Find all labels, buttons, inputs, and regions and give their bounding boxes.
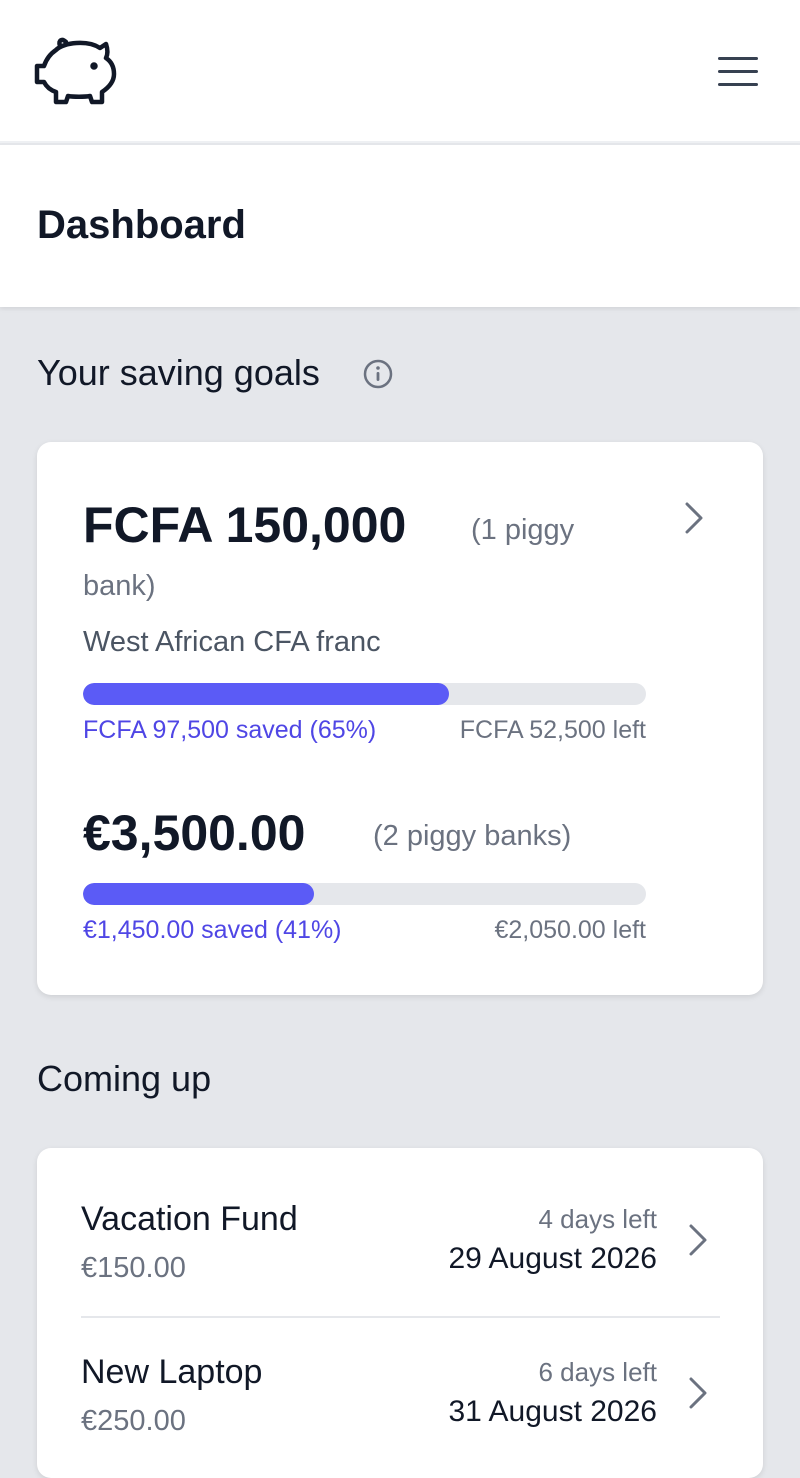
goal-saved-label: €1,450.00 saved (41%) (83, 916, 342, 944)
top-bar (0, 0, 800, 143)
saving-goals-title: Your saving goals (37, 352, 320, 393)
goal-saved-label: FCFA 97,500 saved (65%) (83, 716, 377, 744)
goal-currency-name: West African CFA franc (83, 626, 381, 658)
goal-progress-fill (83, 883, 314, 905)
chevron-right-icon[interactable] (685, 1220, 713, 1260)
chevron-right-icon[interactable] (685, 1373, 713, 1413)
hamburger-menu-icon[interactable] (712, 48, 764, 94)
page-title: Dashboard (37, 203, 246, 247)
saving-goals-card[interactable]: FCFA 150,000 (1 piggy bank) West African… (37, 442, 763, 995)
chevron-right-icon[interactable] (681, 498, 709, 538)
info-icon[interactable] (362, 358, 394, 390)
goal-progress-fill (83, 683, 449, 705)
piggy-bank-icon[interactable] (34, 36, 118, 108)
list-item[interactable]: Vacation Fund €150.00 4 days left 29 Aug… (37, 1148, 763, 1301)
item-days-left: 6 days left (538, 1357, 657, 1387)
item-name: Vacation Fund (81, 1200, 298, 1238)
goal-left-label: FCFA 52,500 left (459, 716, 646, 744)
goal-piggy-bank-count-cont: bank) (83, 570, 156, 602)
coming-up-card: Vacation Fund €150.00 4 days left 29 Aug… (37, 1148, 763, 1478)
goal-progress-bar (83, 683, 646, 705)
item-amount: €250.00 (81, 1405, 186, 1437)
item-date: 29 August 2026 (448, 1242, 657, 1275)
goal-piggy-bank-count: (1 piggy (471, 514, 575, 546)
list-item[interactable]: New Laptop €250.00 6 days left 31 August… (37, 1301, 763, 1454)
item-amount: €150.00 (81, 1252, 186, 1284)
goal-amount: €3,500.00 (83, 805, 306, 861)
page-header: Dashboard (0, 145, 800, 307)
item-name: New Laptop (81, 1353, 263, 1391)
item-date: 31 August 2026 (448, 1395, 657, 1428)
goal-left-label: €2,050.00 left (494, 916, 646, 944)
item-days-left: 4 days left (538, 1204, 657, 1234)
goal-progress-bar (83, 883, 646, 905)
coming-up-title: Coming up (37, 1058, 212, 1099)
goal-piggy-bank-count: (2 piggy banks) (373, 820, 572, 852)
goal-amount: FCFA 150,000 (83, 497, 407, 553)
